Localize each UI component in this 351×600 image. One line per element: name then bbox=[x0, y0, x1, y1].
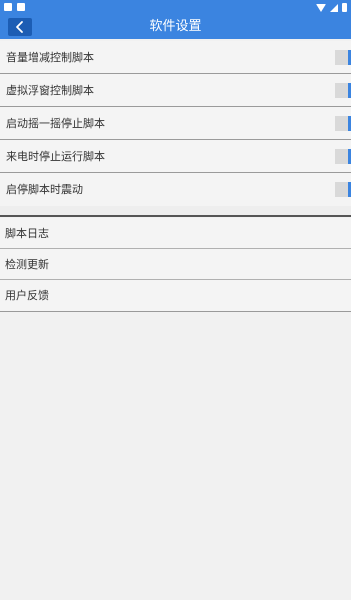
toggle-switch[interactable] bbox=[335, 149, 351, 164]
menu-item-script-log[interactable]: 脚本日志 bbox=[0, 218, 351, 249]
setting-row-stop-on-call: 来电时停止运行脚本 bbox=[0, 140, 351, 173]
setting-row-floating-window: 虚拟浮窗控制脚本 bbox=[0, 74, 351, 107]
setting-row-vibrate: 启停脚本时震动 bbox=[0, 173, 351, 206]
setting-row-volume-control: 音量增减控制脚本 bbox=[0, 41, 351, 74]
menu-item-check-update[interactable]: 检测更新 bbox=[0, 249, 351, 280]
signal-icon bbox=[330, 3, 338, 12]
notification-icon bbox=[17, 3, 25, 11]
setting-label: 虚拟浮窗控制脚本 bbox=[6, 84, 94, 97]
back-button[interactable] bbox=[8, 18, 32, 36]
setting-label: 启停脚本时震动 bbox=[6, 183, 83, 196]
notification-icon bbox=[4, 3, 12, 11]
toggle-switch[interactable] bbox=[335, 50, 351, 65]
settings-list: 音量增减控制脚本 虚拟浮窗控制脚本 启动摇一摇停止脚本 来电时停止运行脚本 启停… bbox=[0, 41, 351, 206]
wifi-icon bbox=[316, 3, 326, 12]
toggle-switch[interactable] bbox=[335, 116, 351, 131]
setting-label: 音量增减控制脚本 bbox=[6, 51, 94, 64]
toggle-switch[interactable] bbox=[335, 83, 351, 98]
setting-label: 启动摇一摇停止脚本 bbox=[6, 117, 105, 130]
menu-item-feedback[interactable]: 用户反馈 bbox=[0, 280, 351, 311]
menu-list: 脚本日志 检测更新 用户反馈 bbox=[0, 218, 351, 312]
section-divider bbox=[0, 206, 351, 217]
page-title: 软件设置 bbox=[149, 19, 202, 34]
battery-icon bbox=[342, 3, 347, 12]
setting-row-shake-to-stop: 启动摇一摇停止脚本 bbox=[0, 107, 351, 140]
chevron-left-icon bbox=[16, 21, 23, 33]
setting-label: 来电时停止运行脚本 bbox=[6, 150, 105, 163]
toggle-switch[interactable] bbox=[335, 182, 351, 197]
status-icons bbox=[316, 2, 347, 13]
status-bar bbox=[0, 0, 351, 15]
app-bar: 软件设置 bbox=[0, 15, 351, 39]
